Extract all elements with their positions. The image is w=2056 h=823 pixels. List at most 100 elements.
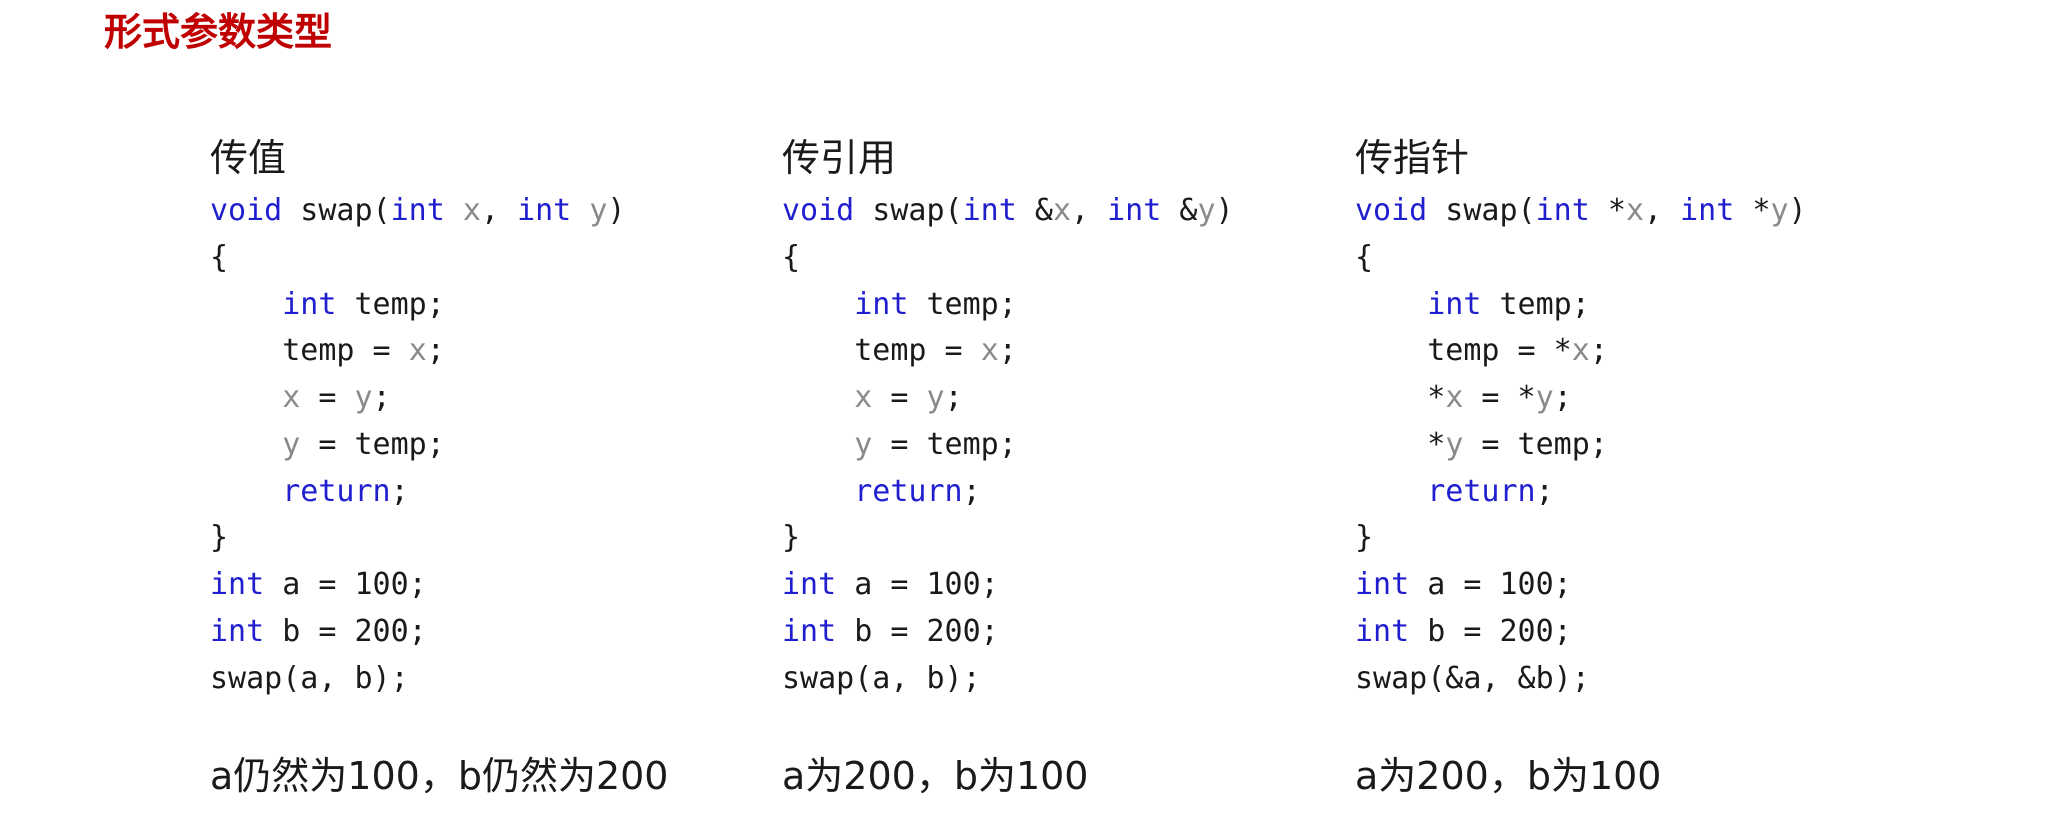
code-text: temp; [336,286,445,322]
code-variable: y [1445,426,1464,462]
code-line: { [782,235,1342,282]
code-line: { [210,235,770,282]
code-text: swap(a, b); [782,660,981,696]
code-variable: y [1770,193,1789,228]
code-block: void swap(int &x, int &y){ int temp; tem… [782,188,1342,702]
code-text: = temp; [300,426,445,462]
code-line: } [1355,515,1915,562]
code-text: ; [390,473,409,509]
code-text: } [210,520,229,556]
code-line: { [1355,235,1915,282]
code-text: { [1355,239,1374,275]
code-line: int temp; [210,282,770,329]
code-text: temp; [1481,286,1590,322]
code-line: swap(a, b); [210,656,770,703]
code-keyword: return [854,473,963,509]
code-text: a = 100; [264,567,427,602]
code-keyword: int [282,286,337,322]
code-text: temp = * [1355,333,1572,369]
code-line: return; [1355,469,1915,516]
code-line: void swap(int x, int y) [210,188,770,235]
code-text: b = 200; [264,613,427,649]
code-keyword: int [390,193,445,228]
code-text: * [1355,426,1446,462]
column-heading: 传值 [210,136,287,180]
code-line: y = temp; [782,422,1342,469]
code-text: ) [1215,193,1234,228]
code-text: swap(&a, &b); [1355,660,1590,696]
code-variable: x [282,380,301,415]
code-text: = temp; [1463,426,1608,462]
code-line: void swap(int &x, int &y) [782,188,1342,235]
code-keyword: int [1107,193,1162,228]
code-variable: y [282,426,301,462]
result-text: a为200，b为100 [1355,754,1662,798]
code-line: y = temp; [210,422,770,469]
code-text: * [1589,193,1626,228]
code-line: temp = x; [782,328,1342,375]
code-keyword: int [1535,193,1590,228]
code-text: ) [607,193,626,228]
code-keyword: int [854,286,909,322]
code-variable: y [589,193,608,228]
code-keyword: return [282,473,391,509]
result-text: a为200，b为100 [782,754,1089,798]
code-keyword: int [782,613,837,649]
code-line: int b = 200; [1355,609,1915,656]
code-keyword: void [210,193,283,228]
code-text: temp = [782,333,981,369]
code-text: swap( [854,193,963,228]
code-text: { [210,239,229,275]
code-line: int b = 200; [782,609,1342,656]
code-line: *x = *y; [1355,375,1915,422]
code-block: void swap(int x, int y) { int temp; temp … [210,188,770,702]
code-keyword: int [1355,567,1410,602]
code-keyword: int [1355,613,1410,649]
code-text: * [1734,193,1771,228]
code-variable: x [1571,333,1590,369]
code-text: ; [372,380,391,415]
code-line: swap(a, b); [782,656,1342,703]
code-text: } [1355,520,1374,556]
code-text: a = 100; [1409,567,1572,602]
code-text: b = 200; [1409,613,1572,649]
column-pass-by-value: 传值 void swap(int x, int y) { int temp; te… [210,128,770,702]
code-text: & [1161,193,1198,228]
code-line: return; [210,469,770,516]
code-variable: x [1052,193,1071,228]
code-text: temp = [210,333,409,369]
code-keyword: int [1680,193,1735,228]
code-line: int a = 100; [210,562,770,609]
code-text: b = 200; [836,613,999,649]
code-text: = [872,380,927,415]
code-text: = [300,380,355,415]
column-pass-by-reference: 传引用 void swap(int &x, int &y){ int temp;… [782,128,1342,702]
code-variable: y [354,380,373,415]
code-line: return; [782,469,1342,516]
code-variable: x [1445,380,1464,415]
code-keyword: void [782,193,855,228]
code-keyword: int [210,613,265,649]
code-variable: y [1197,193,1216,228]
code-line: int temp; [1355,282,1915,329]
code-line: x = y; [782,375,1342,422]
code-text: ; [1589,333,1608,369]
code-line: temp = x; [210,328,770,375]
code-text: ; [1535,473,1554,509]
code-variable: x [980,333,999,369]
code-text: { [782,239,801,275]
code-text: , [1071,193,1108,228]
code-text: ; [962,473,981,509]
code-line: int a = 100; [1355,562,1915,609]
code-line: int a = 100; [782,562,1342,609]
code-text: } [782,520,801,556]
code-line: void swap(int *x, int *y) [1355,188,1915,235]
code-variable: y [926,380,945,415]
